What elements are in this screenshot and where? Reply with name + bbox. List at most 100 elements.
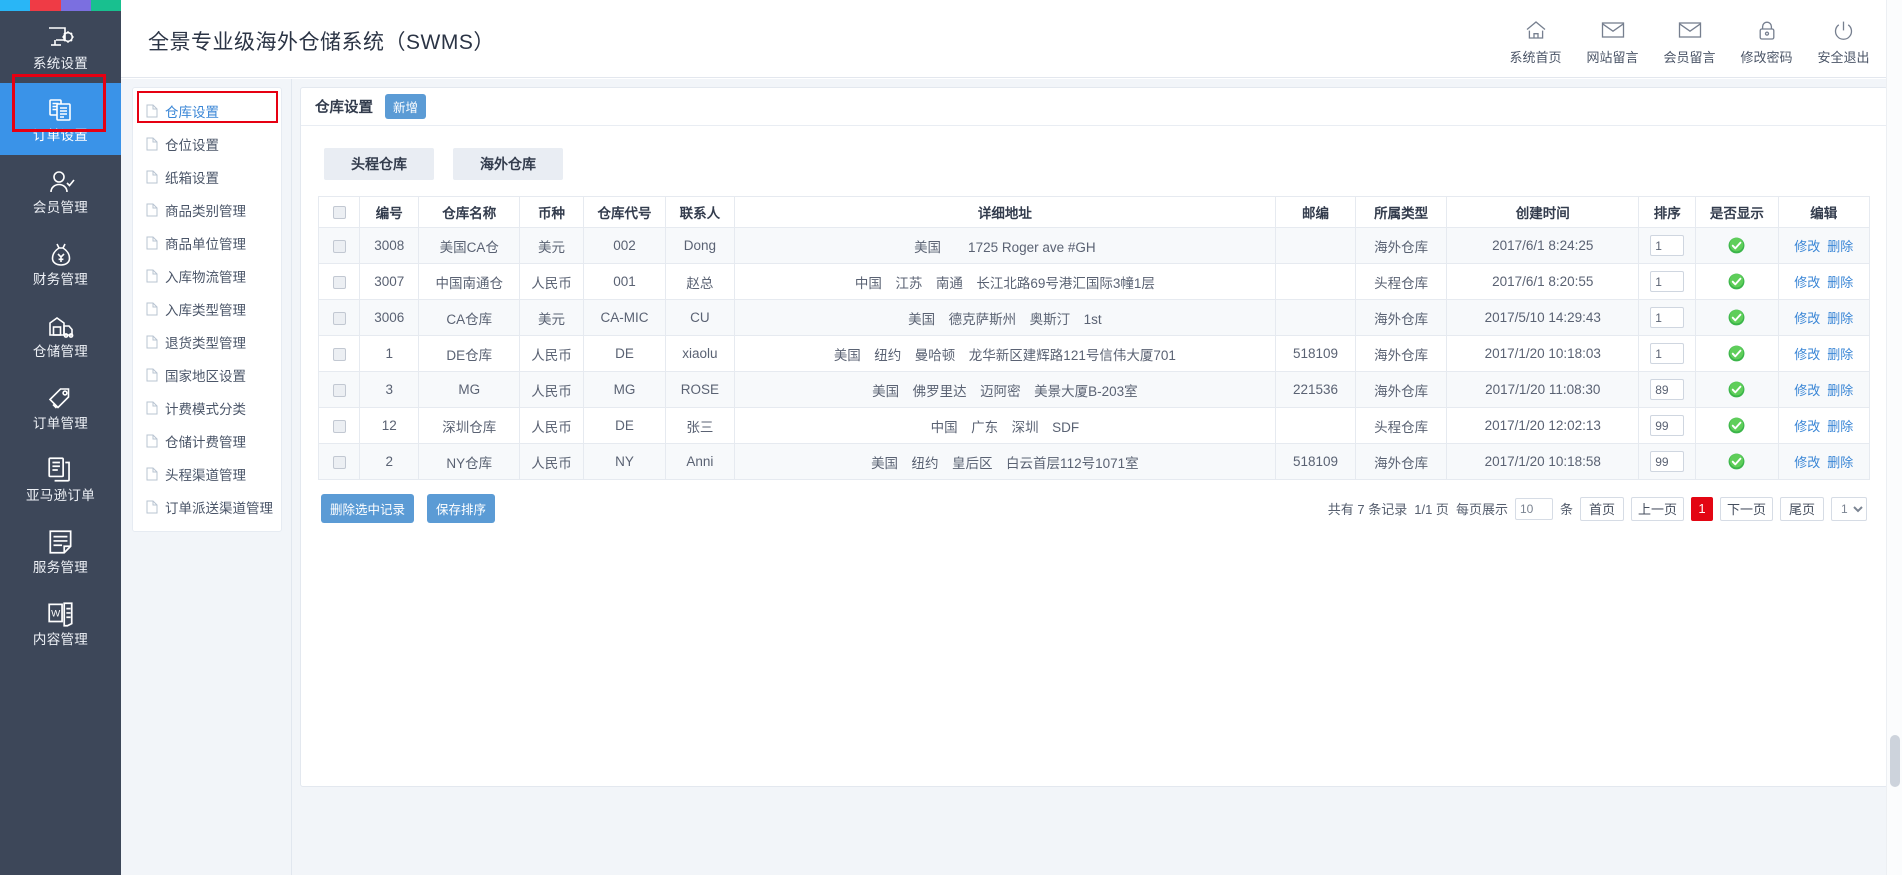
row-checkbox[interactable] — [333, 420, 346, 433]
tab-overseas-warehouse[interactable]: 海外仓库 — [453, 148, 563, 180]
save-sort-button[interactable]: 保存排序 — [427, 494, 495, 523]
cell-address: 美国 德克萨斯州 奥斯汀 1st — [734, 300, 1275, 336]
footer-actions: 删除选中记录 保存排序 — [321, 494, 495, 523]
th-type: 所属类型 — [1355, 197, 1446, 228]
edit-link[interactable]: 修改 — [1794, 275, 1820, 290]
header-nav-site-message[interactable]: 网站留言 — [1574, 18, 1651, 66]
submenu-item-warehouse-settings[interactable]: 仓库设置 — [133, 94, 281, 127]
next-page-button[interactable]: 下一页 — [1720, 497, 1773, 521]
cell-id: 12 — [360, 408, 419, 444]
content-card: 仓库设置 新增 头程仓库 海外仓库 编号 仓库名称 币种 仓库代号 — [300, 87, 1888, 787]
row-checkbox[interactable] — [333, 384, 346, 397]
window-scrollbar[interactable] — [1886, 0, 1902, 875]
sidebar-item-amazon-orders[interactable]: 亚马逊订单 — [0, 443, 121, 515]
tab-first-leg-warehouse[interactable]: 头程仓库 — [324, 148, 434, 180]
submenu-item-order-delivery-channel[interactable]: 订单派送渠道管理 — [133, 490, 281, 523]
delete-link[interactable]: 删除 — [1827, 455, 1853, 470]
table-row: 1DE仓库人民币DExiaolu美国 纽约 曼哈顿 龙华新区建辉路121号信伟大… — [319, 336, 1870, 372]
row-checkbox[interactable] — [333, 276, 346, 289]
sort-order-input[interactable] — [1650, 415, 1684, 436]
sidebar-item-system-settings[interactable]: 系统设置 — [0, 11, 121, 83]
sidebar-item-content-management[interactable]: W 内容管理 — [0, 587, 121, 659]
edit-link[interactable]: 修改 — [1794, 383, 1820, 398]
add-new-button[interactable]: 新增 — [385, 94, 426, 119]
page-jump-select[interactable]: 1 — [1831, 497, 1867, 521]
submenu-item-product-unit[interactable]: 商品单位管理 — [133, 226, 281, 259]
cell-sort — [1639, 444, 1696, 480]
header-nav-logout[interactable]: 安全退出 — [1805, 18, 1882, 66]
cell-zip: 221536 — [1276, 372, 1356, 408]
delete-link[interactable]: 删除 — [1827, 419, 1853, 434]
edit-link[interactable]: 修改 — [1794, 347, 1820, 362]
sidebar-item-service-management[interactable]: 服务管理 — [0, 515, 121, 587]
app-title: 全景专业级海外仓储系统（SWMS） — [148, 26, 495, 56]
cell-zip: 518109 — [1276, 336, 1356, 372]
row-checkbox[interactable] — [333, 240, 346, 253]
current-page-button[interactable]: 1 — [1691, 497, 1713, 521]
edit-link[interactable]: 修改 — [1794, 419, 1820, 434]
sort-order-input[interactable] — [1650, 379, 1684, 400]
page-icon — [146, 368, 158, 382]
delete-link[interactable]: 删除 — [1827, 311, 1853, 326]
sort-order-input[interactable] — [1650, 271, 1684, 292]
page-icon — [146, 500, 158, 514]
window-scrollbar-thumb[interactable] — [1890, 735, 1900, 787]
sort-order-input[interactable] — [1650, 235, 1684, 256]
sort-order-input[interactable] — [1650, 307, 1684, 328]
edit-link[interactable]: 修改 — [1794, 455, 1820, 470]
edit-link[interactable]: 修改 — [1794, 239, 1820, 254]
sort-order-input[interactable] — [1650, 451, 1684, 472]
submenu-item-location-settings[interactable]: 仓位设置 — [133, 127, 281, 160]
top-header: 全景专业级海外仓储系统（SWMS） 系统首页 网站留言 — [121, 0, 1902, 78]
row-checkbox[interactable] — [333, 312, 346, 325]
delete-selected-button[interactable]: 删除选中记录 — [321, 494, 414, 523]
cell-contact: xiaolu — [666, 336, 735, 372]
delete-link[interactable]: 删除 — [1827, 239, 1853, 254]
submenu-item-product-category[interactable]: 商品类别管理 — [133, 193, 281, 226]
sidebar-item-label: 订单管理 — [33, 417, 88, 431]
cell-address: 美国 纽约 皇后区 白云首层112号1071室 — [734, 444, 1275, 480]
first-page-button[interactable]: 首页 — [1580, 497, 1624, 521]
delete-link[interactable]: 删除 — [1827, 275, 1853, 290]
delete-link[interactable]: 删除 — [1827, 383, 1853, 398]
submenu-item-first-leg-channel[interactable]: 头程渠道管理 — [133, 457, 281, 490]
page-icon — [146, 170, 158, 184]
header-nav-change-password[interactable]: 修改密码 — [1728, 18, 1805, 66]
submenu-item-label: 仓储计费管理 — [165, 431, 246, 451]
submenu-item-return-type[interactable]: 退货类型管理 — [133, 325, 281, 358]
cell-sort — [1639, 336, 1696, 372]
sidebar-item-warehouse-management[interactable]: 仓储管理 — [0, 299, 121, 371]
th-name: 仓库名称 — [419, 197, 520, 228]
cell-zip: 518109 — [1276, 444, 1356, 480]
sort-order-input[interactable] — [1650, 343, 1684, 364]
delete-link[interactable]: 删除 — [1827, 347, 1853, 362]
edit-link[interactable]: 修改 — [1794, 311, 1820, 326]
prev-page-button[interactable]: 上一页 — [1631, 497, 1684, 521]
row-checkbox[interactable] — [333, 456, 346, 469]
cell-name: NY仓库 — [419, 444, 520, 480]
cell-address: 中国 广东 深圳 SDF — [734, 408, 1275, 444]
submenu-item-inbound-logistics[interactable]: 入库物流管理 — [133, 259, 281, 292]
sidebar-item-order-settings[interactable]: 订单设置 — [0, 83, 121, 155]
visible-check-icon — [1728, 237, 1745, 254]
header-nav-label: 会员留言 — [1663, 47, 1715, 66]
submenu-item-label: 仓位设置 — [165, 134, 219, 154]
header-nav-label: 修改密码 — [1740, 47, 1792, 66]
select-all-checkbox[interactable] — [333, 206, 346, 219]
per-page-input[interactable] — [1515, 498, 1553, 520]
header-nav-home[interactable]: 系统首页 — [1497, 18, 1574, 66]
cell-select — [319, 336, 360, 372]
submenu-item-billing-mode-category[interactable]: 计费模式分类 — [133, 391, 281, 424]
header-nav-member-message[interactable]: 会员留言 — [1651, 18, 1728, 66]
row-checkbox[interactable] — [333, 348, 346, 361]
sidebar-item-member-management[interactable]: 会员管理 — [0, 155, 121, 227]
submenu-item-inbound-type[interactable]: 入库类型管理 — [133, 292, 281, 325]
cell-currency: 人民币 — [519, 264, 583, 300]
submenu-item-storage-billing[interactable]: 仓储计费管理 — [133, 424, 281, 457]
submenu-item-country-region[interactable]: 国家地区设置 — [133, 358, 281, 391]
cell-type: 海外仓库 — [1355, 372, 1446, 408]
sidebar-item-finance-management[interactable]: 财务管理 — [0, 227, 121, 299]
submenu-item-carton-settings[interactable]: 纸箱设置 — [133, 160, 281, 193]
sidebar-item-order-management[interactable]: 订单管理 — [0, 371, 121, 443]
last-page-button[interactable]: 尾页 — [1780, 497, 1824, 521]
